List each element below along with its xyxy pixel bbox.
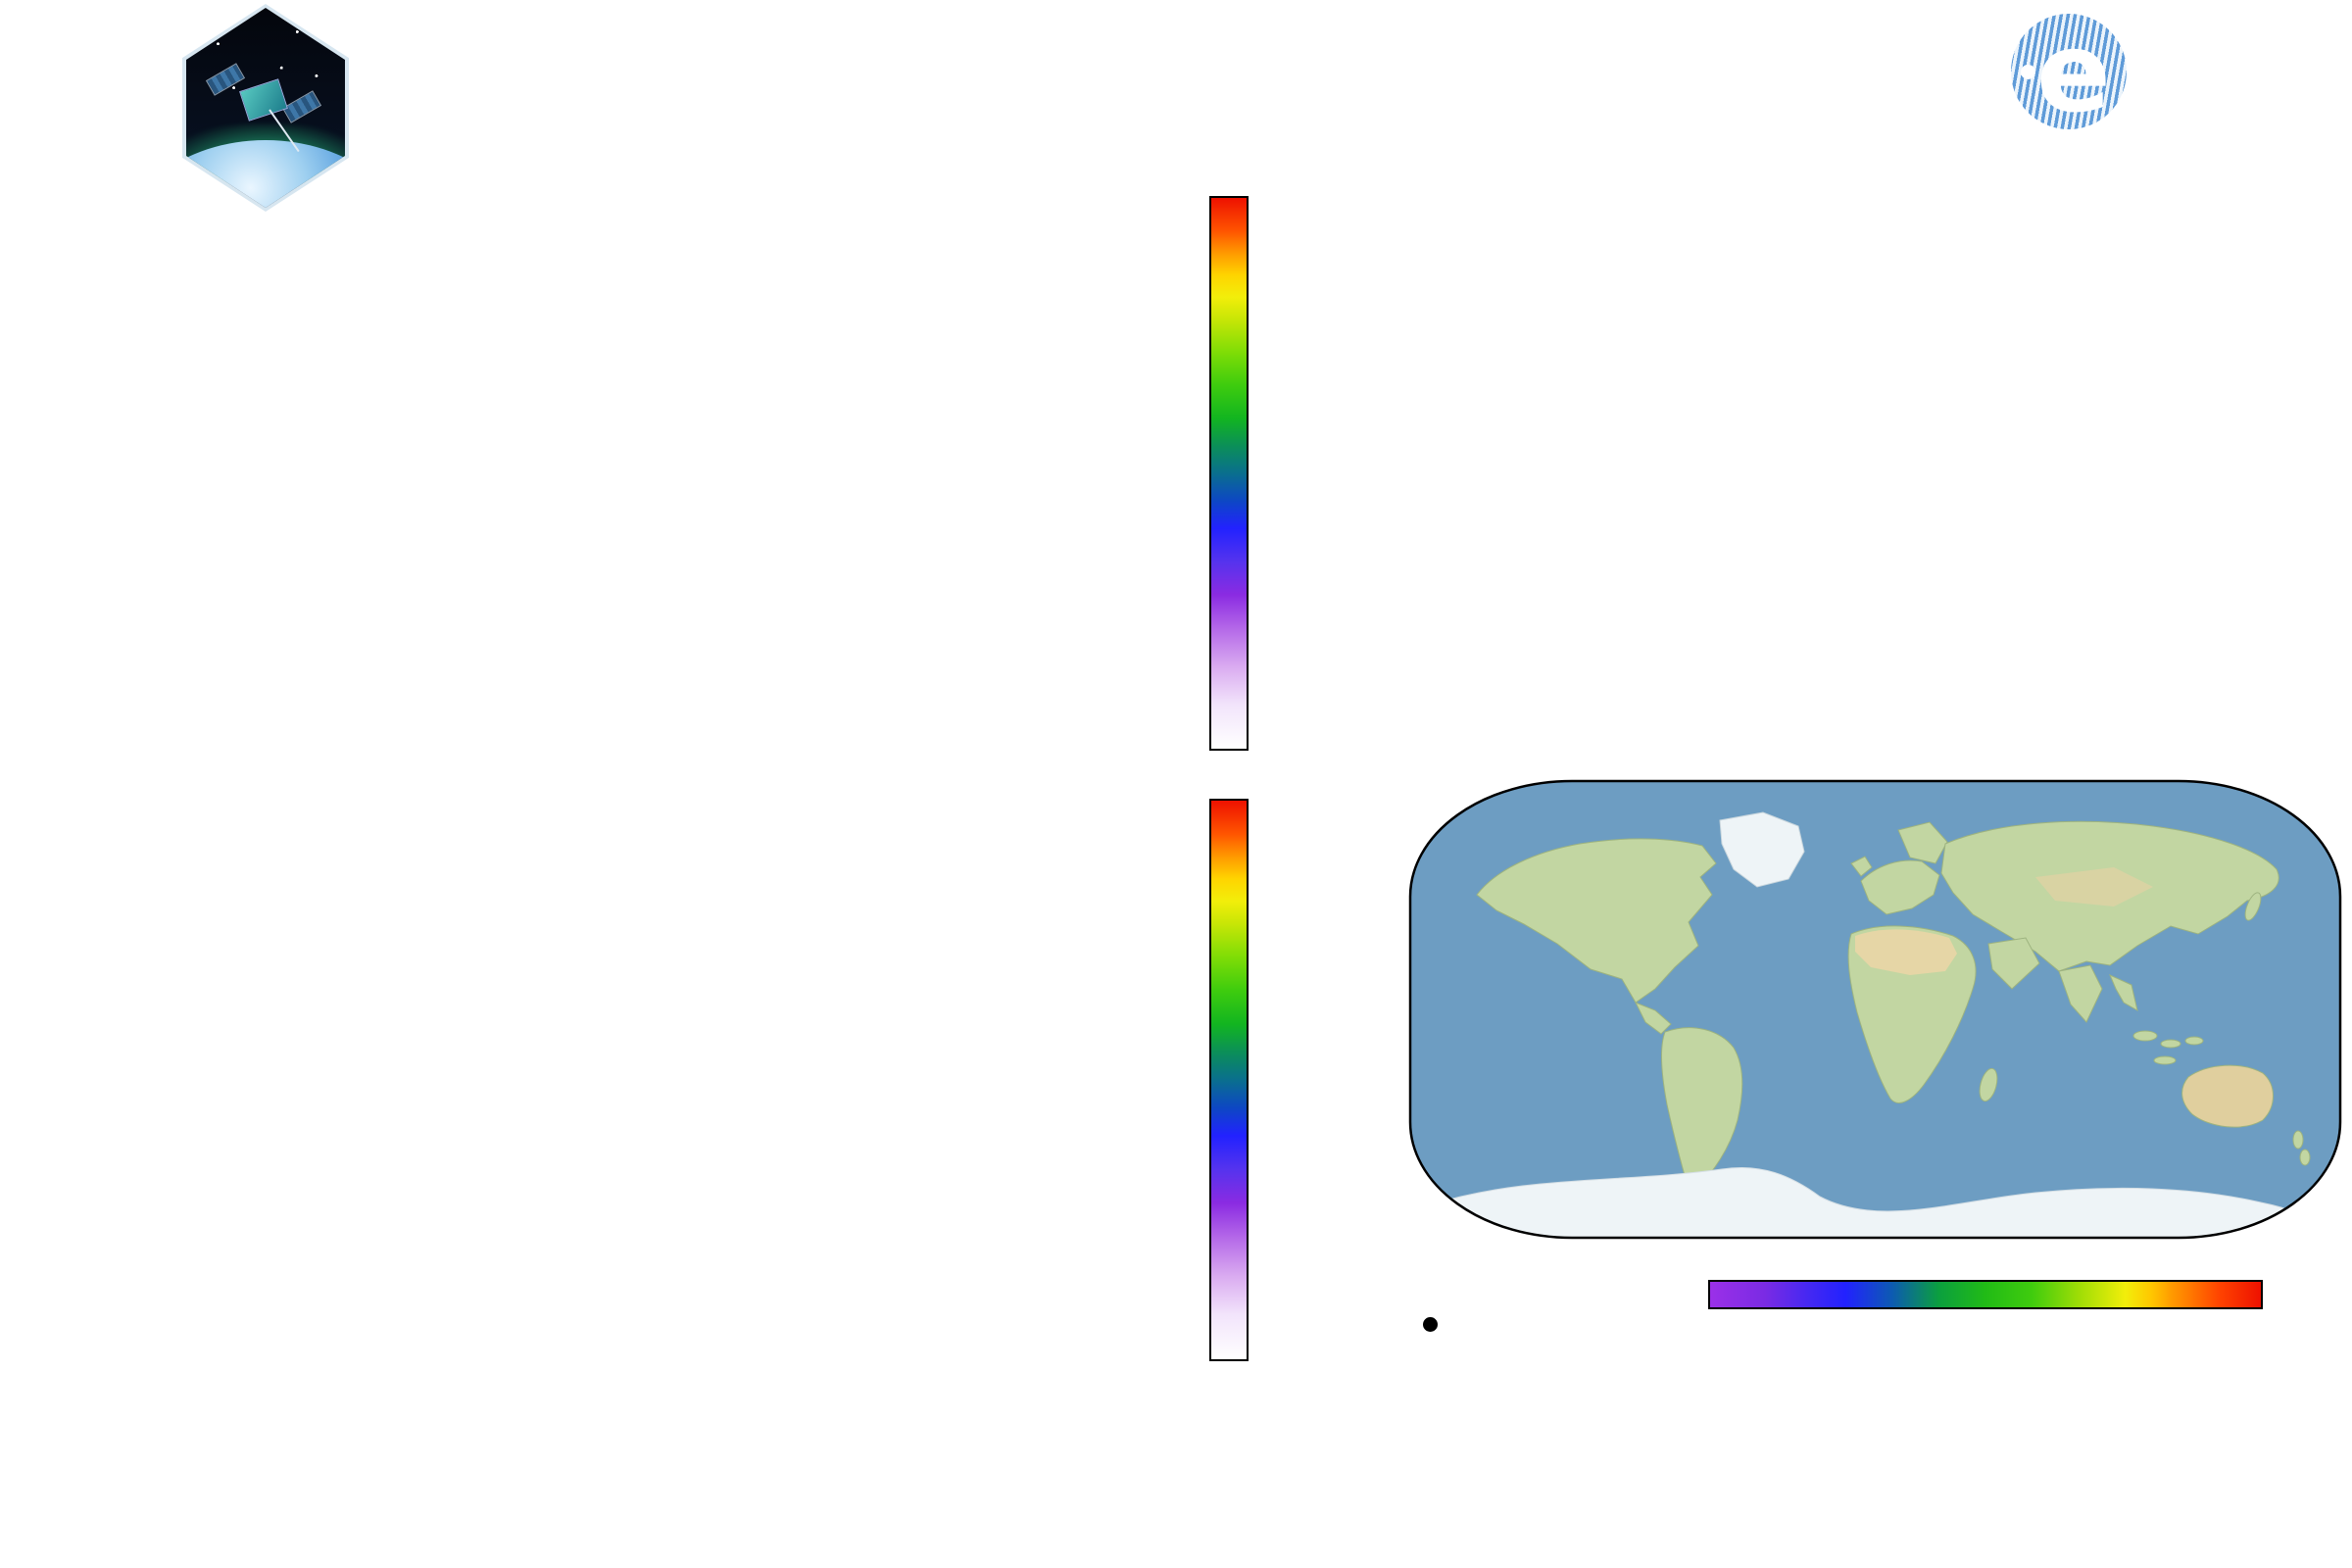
tof-counts-colorbar: [1209, 799, 1249, 1361]
esa-dot-icon: [2021, 65, 2035, 79]
esa-globe-icon: e: [2011, 14, 2127, 129]
eclipse-legend: [1525, 143, 2298, 182]
ground-track-map: [1408, 779, 2342, 1240]
direction-legend: [235, 143, 1084, 182]
esa-e-glyph: e: [2036, 14, 2111, 129]
esa-logo: e: [2011, 12, 2348, 135]
world-map: [1408, 779, 2342, 1240]
satellite-icon: [239, 78, 288, 122]
summary-plot-canvas: e: [0, 0, 2352, 1568]
satellite-panel-right-icon: [281, 90, 322, 123]
axis-intervals-dot-icon: [1423, 1317, 1438, 1332]
pixel-counts-colorbar: [1209, 196, 1249, 751]
altitude-colorbar: [1708, 1280, 2263, 1309]
